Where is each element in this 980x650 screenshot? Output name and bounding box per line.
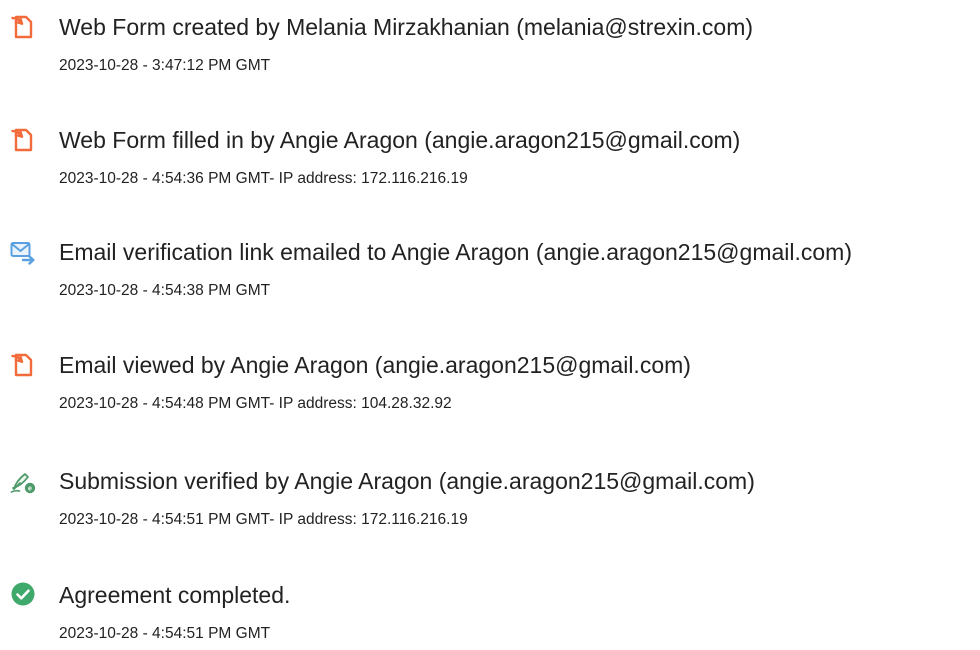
event-timestamp: 2023-10-28 - 4:54:36 PM GMT- IP address:… — [59, 170, 468, 187]
event-title: Web Form filled in by Angie Aragon (angi… — [59, 127, 741, 153]
event-title: Email verification link emailed to Angie… — [59, 239, 852, 265]
audit-event-form-created: Web Form created by Melania Mirzakhanian… — [0, 12, 980, 82]
event-timestamp: 2023-10-28 - 3:47:12 PM GMT — [59, 57, 271, 74]
event-timestamp: 2023-10-28 - 4:54:51 PM GMT — [59, 625, 271, 642]
event-timestamp: 2023-10-28 - 4:54:51 PM GMT- IP address:… — [59, 511, 468, 528]
document-icon — [11, 353, 33, 377]
checkmark-circle-icon — [11, 582, 35, 606]
document-icon — [11, 15, 33, 39]
event-title: Agreement completed. — [59, 582, 291, 608]
verified-pen-icon: e — [10, 473, 36, 494]
document-icon — [11, 128, 33, 152]
audit-event-form-filled: Web Form filled in by Angie Aragon (angi… — [0, 125, 980, 195]
audit-event-submission-verified: e Submission verified by Angie Aragon (a… — [0, 466, 980, 536]
audit-event-verification-emailed: Email verification link emailed to Angie… — [0, 237, 980, 307]
event-timestamp: 2023-10-28 - 4:54:38 PM GMT — [59, 282, 271, 299]
email-send-icon — [10, 242, 35, 265]
audit-event-agreement-completed: Agreement completed. 2023-10-28 - 4:54:5… — [0, 580, 980, 650]
audit-event-email-viewed: Email viewed by Angie Aragon (angie.arag… — [0, 350, 980, 420]
event-title: Submission verified by Angie Aragon (ang… — [59, 468, 755, 494]
svg-text:e: e — [28, 486, 32, 493]
event-timestamp: 2023-10-28 - 4:54:48 PM GMT- IP address:… — [59, 395, 452, 412]
event-title: Email viewed by Angie Aragon (angie.arag… — [59, 352, 691, 378]
event-title: Web Form created by Melania Mirzakhanian… — [59, 14, 754, 40]
